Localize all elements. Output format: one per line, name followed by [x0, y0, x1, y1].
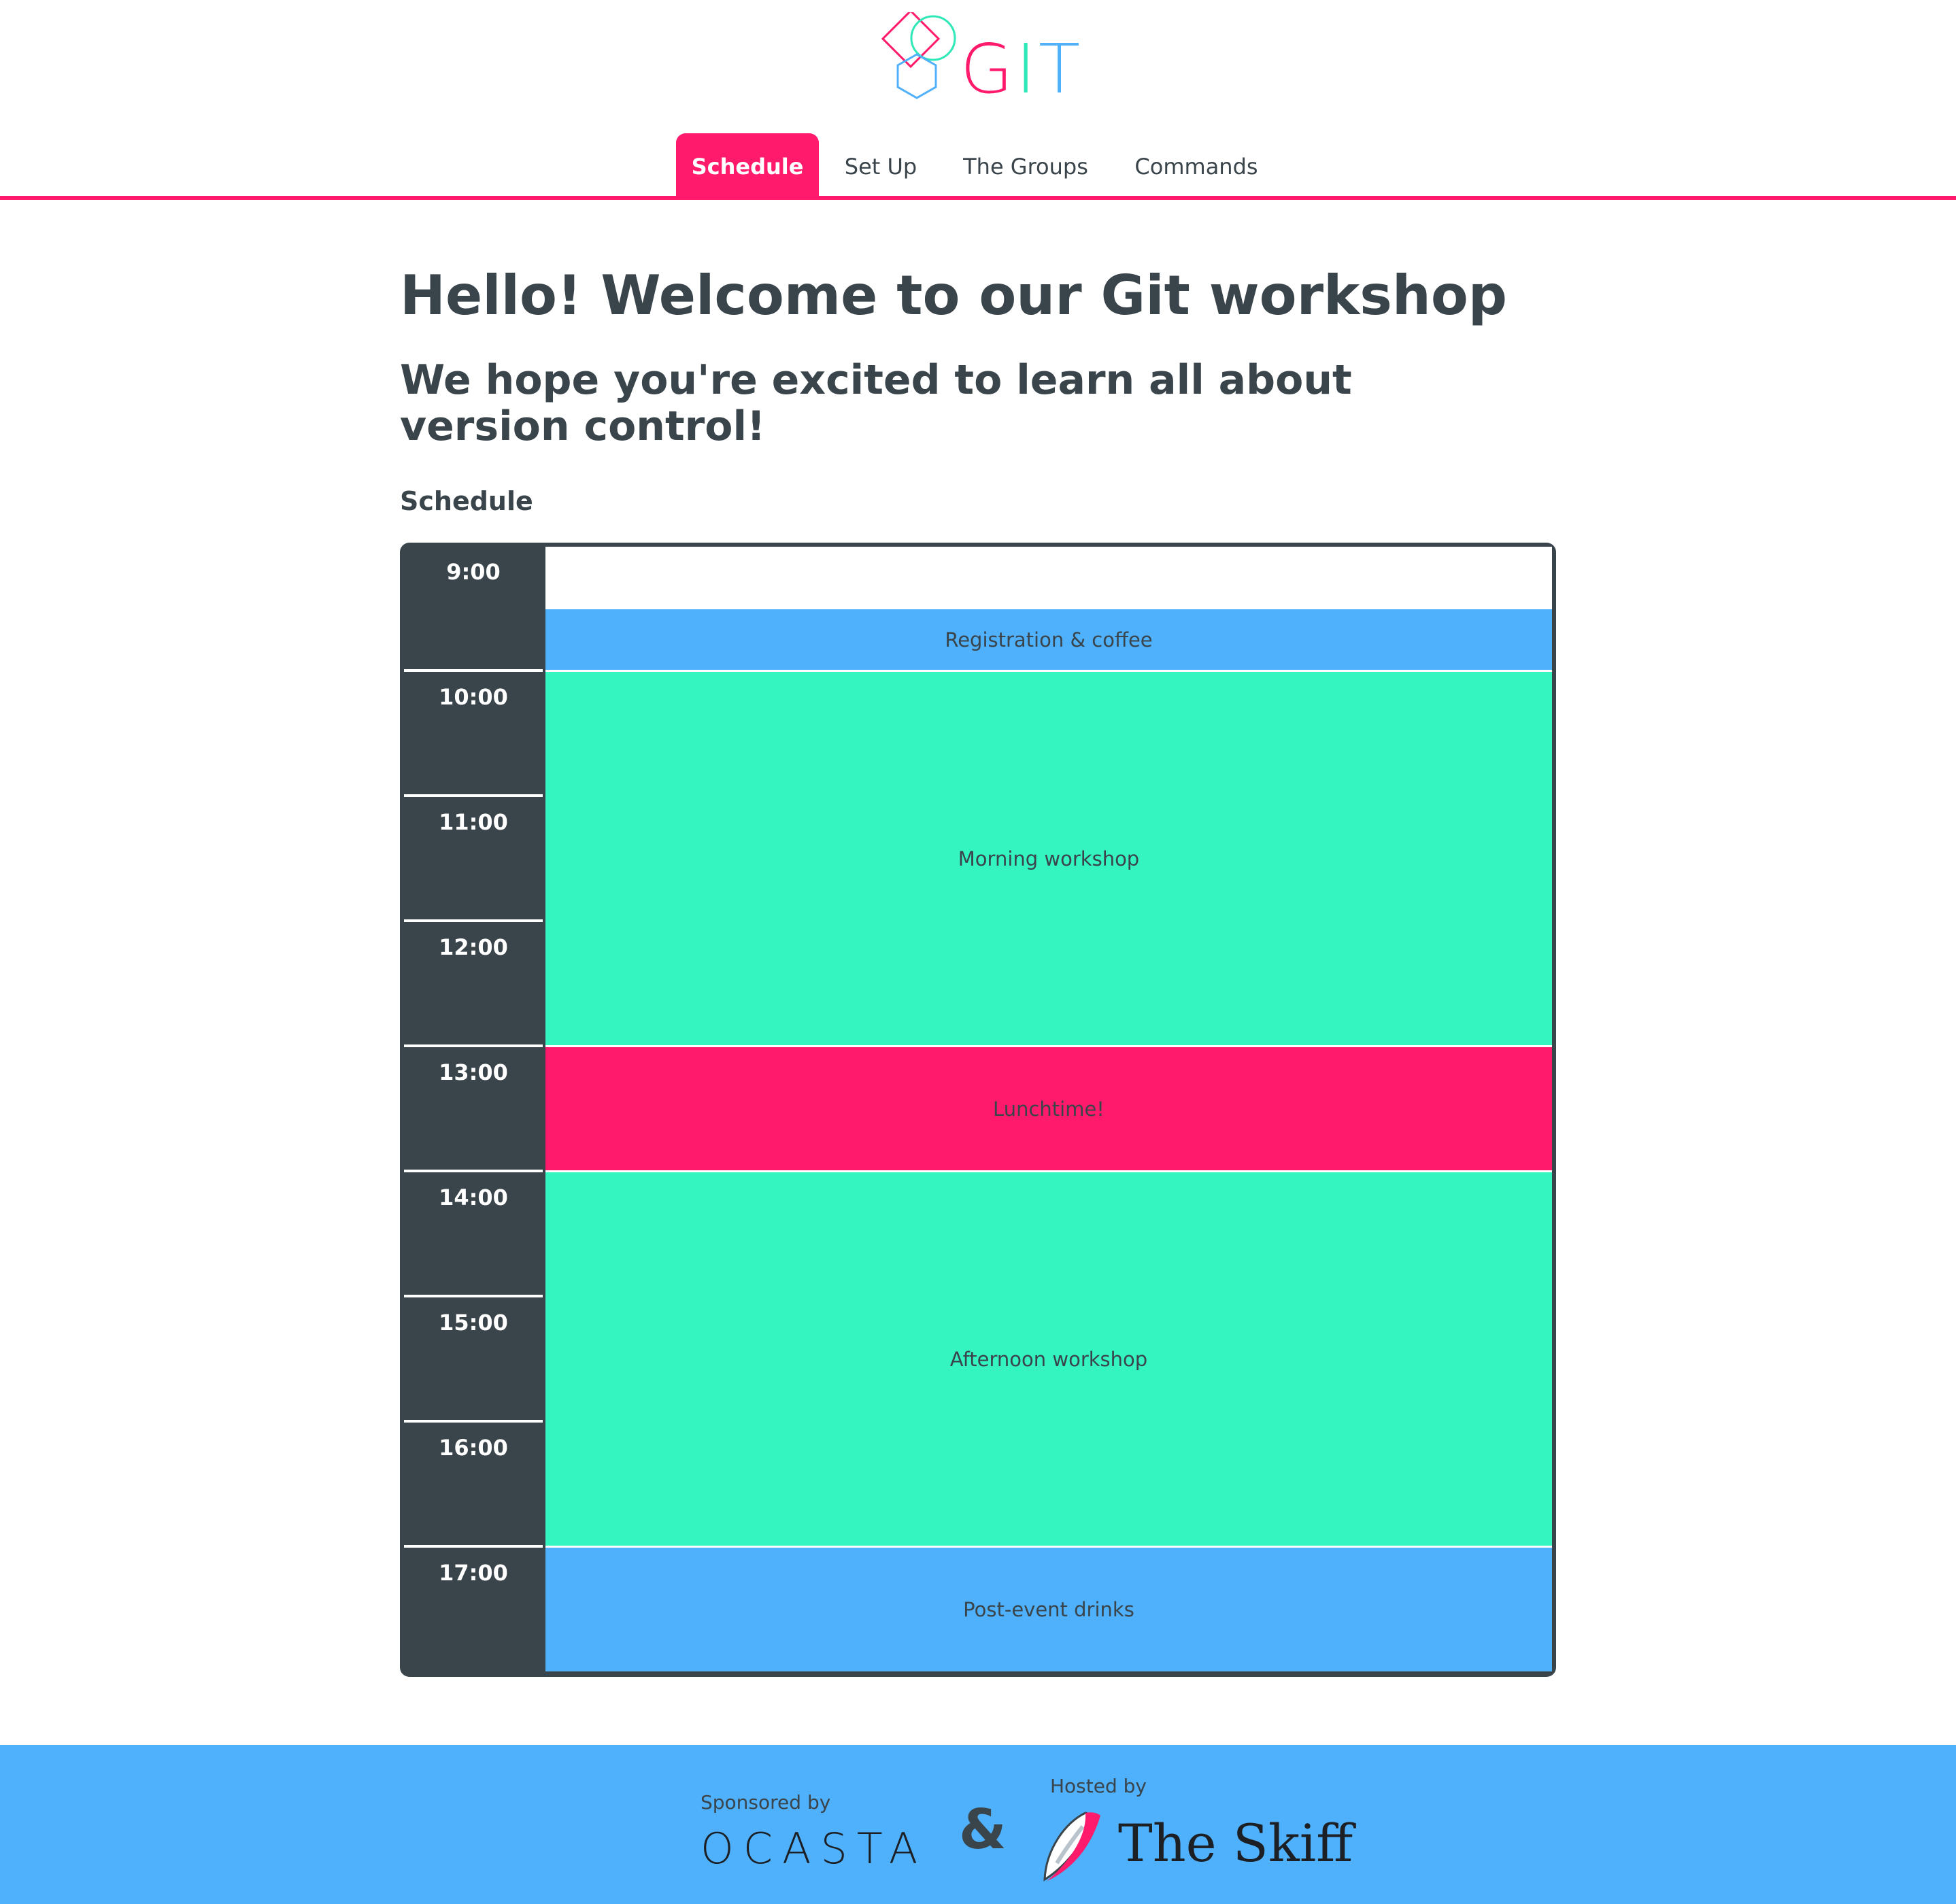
time-slot: 10:00	[404, 672, 543, 797]
event-afternoon-workshop: Afternoon workshop	[545, 1172, 1552, 1548]
skiff-boat-icon	[1043, 1812, 1100, 1882]
host-logo-the-skiff[interactable]: The Skiff	[1118, 1813, 1353, 1873]
schedule-table: 9:00 10:00 11:00 12:00 13:00 14:00 15:00…	[400, 543, 1556, 1677]
time-column: 9:00 10:00 11:00 12:00 13:00 14:00 15:00…	[404, 547, 543, 1671]
time-slot: 16:00	[404, 1423, 543, 1548]
time-slot: 11:00	[404, 797, 543, 922]
tab-commands[interactable]: Commands	[1121, 133, 1272, 196]
time-slot: 15:00	[404, 1297, 543, 1423]
schedule-heading: Schedule	[400, 486, 533, 516]
time-slot: 14:00	[404, 1172, 543, 1297]
events-column: Registration & coffee Morning workshop L…	[545, 547, 1552, 1671]
main-nav: Schedule Set Up The Groups Commands	[0, 133, 1956, 200]
event-registration: Registration & coffee	[545, 609, 1552, 672]
git-logo-text: GIT	[960, 35, 1083, 103]
page-title: Hello! Welcome to our Git workshop	[400, 264, 1508, 327]
logo-letter-i: I	[1015, 29, 1039, 109]
hosted-label: Hosted by	[1050, 1775, 1147, 1797]
time-slot: 12:00	[404, 922, 543, 1047]
tab-set-up[interactable]: Set Up	[830, 133, 932, 196]
event-morning-workshop: Morning workshop	[545, 672, 1552, 1047]
tab-the-groups[interactable]: The Groups	[952, 133, 1099, 196]
event-drinks: Post-event drinks	[545, 1548, 1552, 1671]
footer: Sponsored by OCASTA & Hosted by The Skif…	[0, 1745, 1956, 1904]
event-lunch: Lunchtime!	[545, 1047, 1552, 1172]
sponsor-logo-ocasta[interactable]: OCASTA	[701, 1824, 927, 1873]
ampersand: &	[959, 1798, 1007, 1861]
page-subtitle: We hope you're excited to learn all abou…	[400, 356, 1352, 450]
tab-schedule[interactable]: Schedule	[676, 133, 819, 196]
time-slot: 13:00	[404, 1047, 543, 1172]
sponsored-label: Sponsored by	[701, 1791, 831, 1814]
time-slot: 17:00	[439, 1560, 508, 1586]
time-slot: 9:00	[404, 547, 543, 672]
logo-letter-g: G	[960, 29, 1016, 109]
logo-letter-t: T	[1039, 29, 1083, 109]
